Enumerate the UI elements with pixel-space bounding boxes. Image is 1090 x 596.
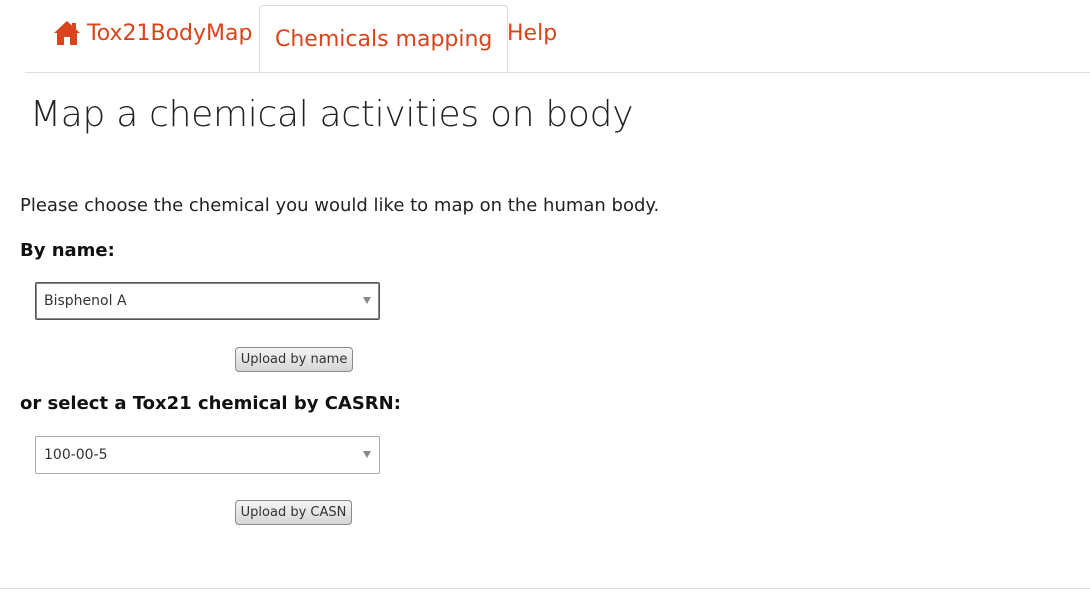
home-icon — [53, 20, 81, 46]
dropdown-arrow-icon — [363, 297, 371, 304]
tab-help[interactable]: Help — [507, 5, 557, 61]
navbar: Tox21BodyMap Chemicals mapping Help — [25, 0, 1090, 73]
casrn-select[interactable]: 100-00-5 — [35, 436, 380, 474]
upload-by-casn-button[interactable]: Upload by CASN — [235, 500, 352, 525]
page-title: Map a chemical activities on body — [30, 94, 634, 135]
chemical-name-select[interactable]: Bisphenol A — [35, 282, 380, 320]
page: Tox21BodyMap Chemicals mapping Help Map … — [0, 0, 1090, 596]
nav-home-link[interactable]: Tox21BodyMap — [53, 5, 252, 61]
casrn-selected-value: 100-00-5 — [44, 447, 108, 463]
tab-chemicals-mapping[interactable]: Chemicals mapping — [259, 5, 509, 72]
by-casrn-label: or select a Tox21 chemical by CASRN: — [20, 393, 401, 414]
upload-by-name-button[interactable]: Upload by name — [235, 347, 353, 372]
footer-divider — [0, 588, 1090, 589]
dropdown-arrow-icon — [363, 451, 371, 458]
chemical-name-selected-value: Bisphenol A — [44, 293, 127, 309]
by-name-label: By name: — [20, 240, 115, 261]
intro-text: Please choose the chemical you would lik… — [20, 195, 660, 216]
nav-home-label: Tox21BodyMap — [87, 20, 253, 46]
